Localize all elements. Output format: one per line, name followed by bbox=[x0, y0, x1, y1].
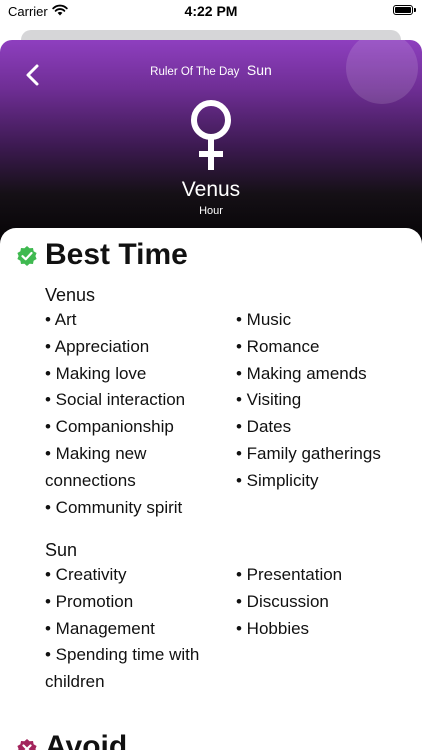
sun-list-right: • Presentation • Discussion • Hobbies bbox=[236, 562, 416, 642]
list-item: • Making new connections bbox=[45, 443, 147, 490]
list-item: • Creativity bbox=[45, 565, 127, 584]
list-item: • Hobbies bbox=[236, 618, 310, 638]
best-time-title: Best Time bbox=[45, 238, 188, 271]
list-item: • Music bbox=[236, 310, 292, 329]
list-item: • Visiting bbox=[236, 390, 302, 410]
venus-list-left: • Art • Appreciation • Making love • Soc… bbox=[45, 307, 230, 521]
check-badge-icon bbox=[17, 246, 37, 266]
list-item: • Social interaction bbox=[45, 390, 186, 410]
list-item: • Discussion bbox=[236, 591, 329, 611]
group-title-venus: Venus bbox=[45, 285, 96, 305]
list-item: • Spending time with children bbox=[45, 645, 200, 692]
list-item: • Simplicity bbox=[236, 470, 319, 490]
battery-icon bbox=[393, 5, 416, 15]
status-time: 4:22 PM bbox=[184, 3, 238, 19]
list-item: • Dates bbox=[236, 417, 292, 437]
list-item: • Management bbox=[45, 618, 155, 638]
planet-subtitle: Hour bbox=[199, 205, 223, 217]
list-item: • Promotion bbox=[45, 591, 134, 611]
sun-list-left: • Creativity • Promotion • Management • … bbox=[45, 562, 230, 696]
ruler-of-day: Ruler Of The Day Sun bbox=[0, 62, 422, 80]
group-title-sun: Sun bbox=[45, 540, 78, 560]
ruler-value: Sun bbox=[246, 62, 272, 78]
list-item: • Art bbox=[45, 310, 77, 329]
list-item: • Making amends bbox=[236, 363, 367, 383]
venus-list-right: • Music • Romance • Making amends • Visi… bbox=[236, 307, 416, 495]
list-item: • Presentation bbox=[236, 565, 343, 584]
planet-name: Venus bbox=[181, 178, 241, 201]
avoid-title: Avoid bbox=[45, 730, 128, 750]
venus-symbol-icon bbox=[191, 100, 231, 170]
avoid-badge-icon bbox=[17, 739, 37, 750]
details-card: Best Time Venus • Art • Appreciation • M… bbox=[0, 228, 422, 750]
list-item: • Making love bbox=[45, 363, 147, 383]
list-item: • Companionship bbox=[45, 417, 174, 437]
planet-header: Ruler Of The Day Sun Venus Hour bbox=[0, 40, 422, 260]
list-item: • Appreciation bbox=[45, 336, 150, 356]
ruler-label: Ruler Of The Day bbox=[150, 66, 240, 78]
list-item: • Romance bbox=[236, 336, 320, 356]
screen: Carrier 4:22 PM Ruler Of The Day Sun Ven… bbox=[0, 0, 422, 750]
status-bar: Carrier 4:22 PM bbox=[0, 0, 422, 24]
list-item: • Family gatherings bbox=[236, 443, 381, 463]
list-item: • Community spirit bbox=[45, 497, 183, 517]
